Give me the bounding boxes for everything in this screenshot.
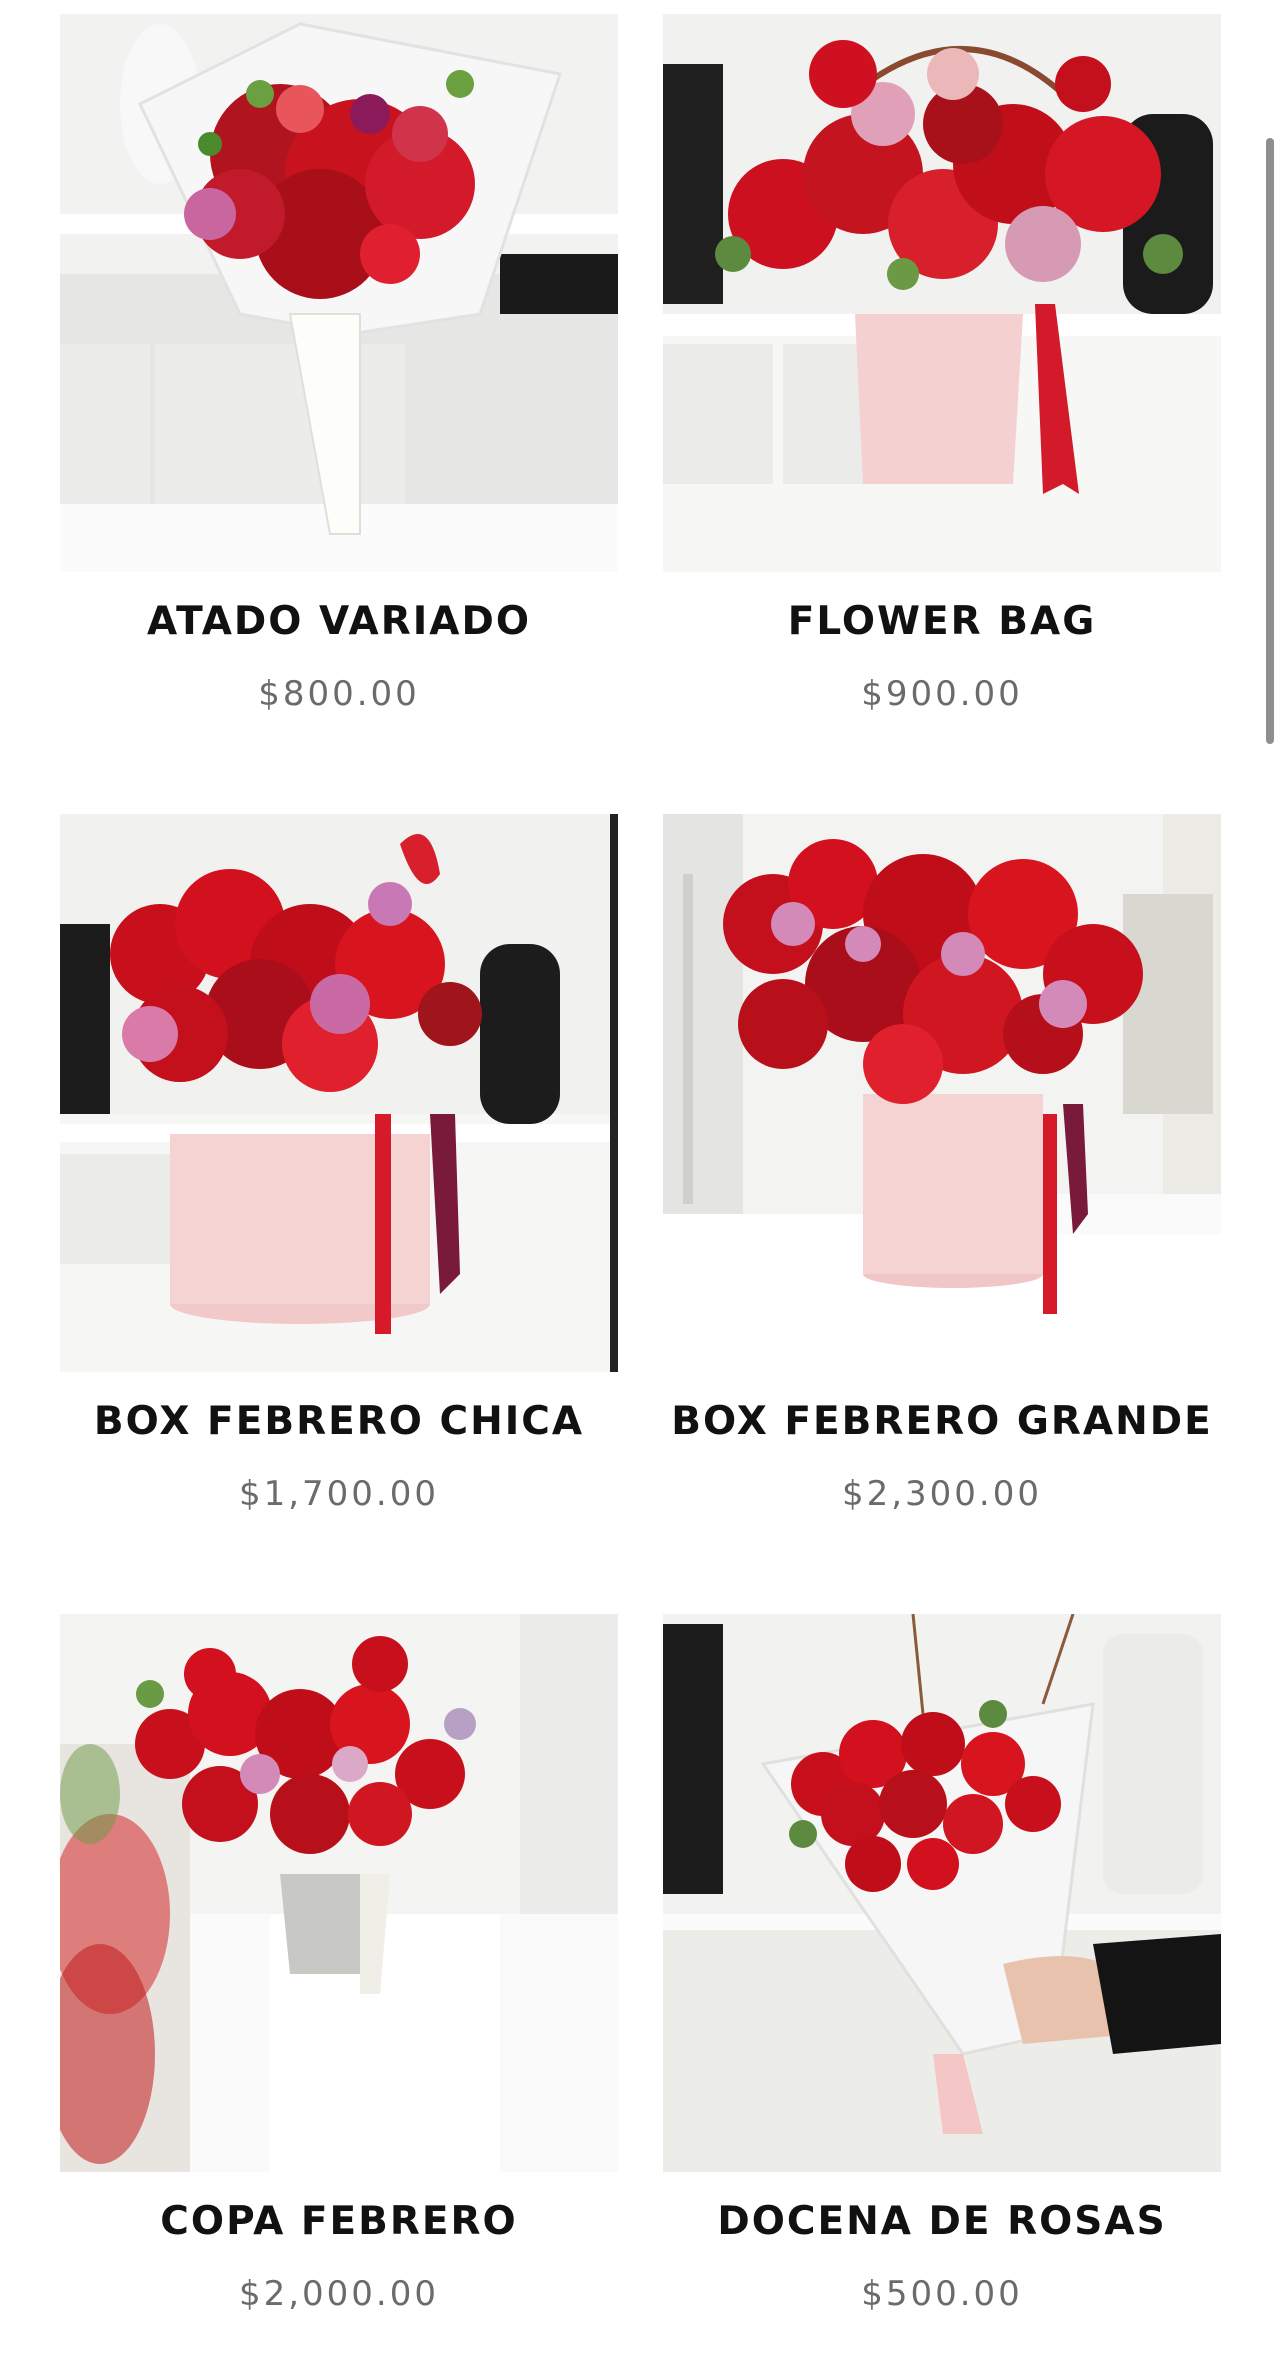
product-price: $900.00 <box>861 674 1023 714</box>
scrollbar-thumb[interactable] <box>1266 138 1274 744</box>
product-name[interactable]: ATADO VARIADO <box>60 599 618 646</box>
product-image-box-febrero-grande[interactable] <box>663 814 1221 1372</box>
product-name[interactable]: DOCENA DE ROSAS <box>663 2199 1221 2246</box>
product-card-flower-bag[interactable]: FLOWER BAG $900.00 <box>663 14 1221 714</box>
product-card-copa-febrero[interactable]: COPA FEBRERO $2,000.00 <box>60 1614 618 2314</box>
product-price: $800.00 <box>258 674 420 714</box>
product-grid: ATADO VARIADO $800.00 FLOWER BAG $900.00… <box>0 0 1284 2367</box>
product-price: $1,700.00 <box>238 1474 440 1514</box>
product-image-atado-variado[interactable] <box>60 14 618 572</box>
product-image-box-febrero-chica[interactable] <box>60 814 618 1372</box>
product-card-atado-variado[interactable]: ATADO VARIADO $800.00 <box>60 14 618 714</box>
product-card-box-febrero-chica[interactable]: BOX FEBRERO CHICA $1,700.00 <box>60 814 618 1514</box>
product-card-docena-de-rosas[interactable]: DOCENA DE ROSAS $500.00 <box>663 1614 1221 2314</box>
product-image-docena-de-rosas[interactable] <box>663 1614 1221 2172</box>
product-price: $2,300.00 <box>841 1474 1043 1514</box>
product-name[interactable]: BOX FEBRERO CHICA <box>60 1399 618 1446</box>
product-image-copa-febrero[interactable] <box>60 1614 618 2172</box>
product-price: $500.00 <box>861 2274 1023 2314</box>
product-name[interactable]: BOX FEBRERO GRANDE <box>663 1399 1221 1446</box>
product-name[interactable]: FLOWER BAG <box>663 599 1221 646</box>
product-image-flower-bag[interactable] <box>663 14 1221 572</box>
product-price: $2,000.00 <box>238 2274 440 2314</box>
product-name[interactable]: COPA FEBRERO <box>60 2199 618 2246</box>
product-card-box-febrero-grande[interactable]: BOX FEBRERO GRANDE $2,300.00 <box>663 814 1221 1514</box>
